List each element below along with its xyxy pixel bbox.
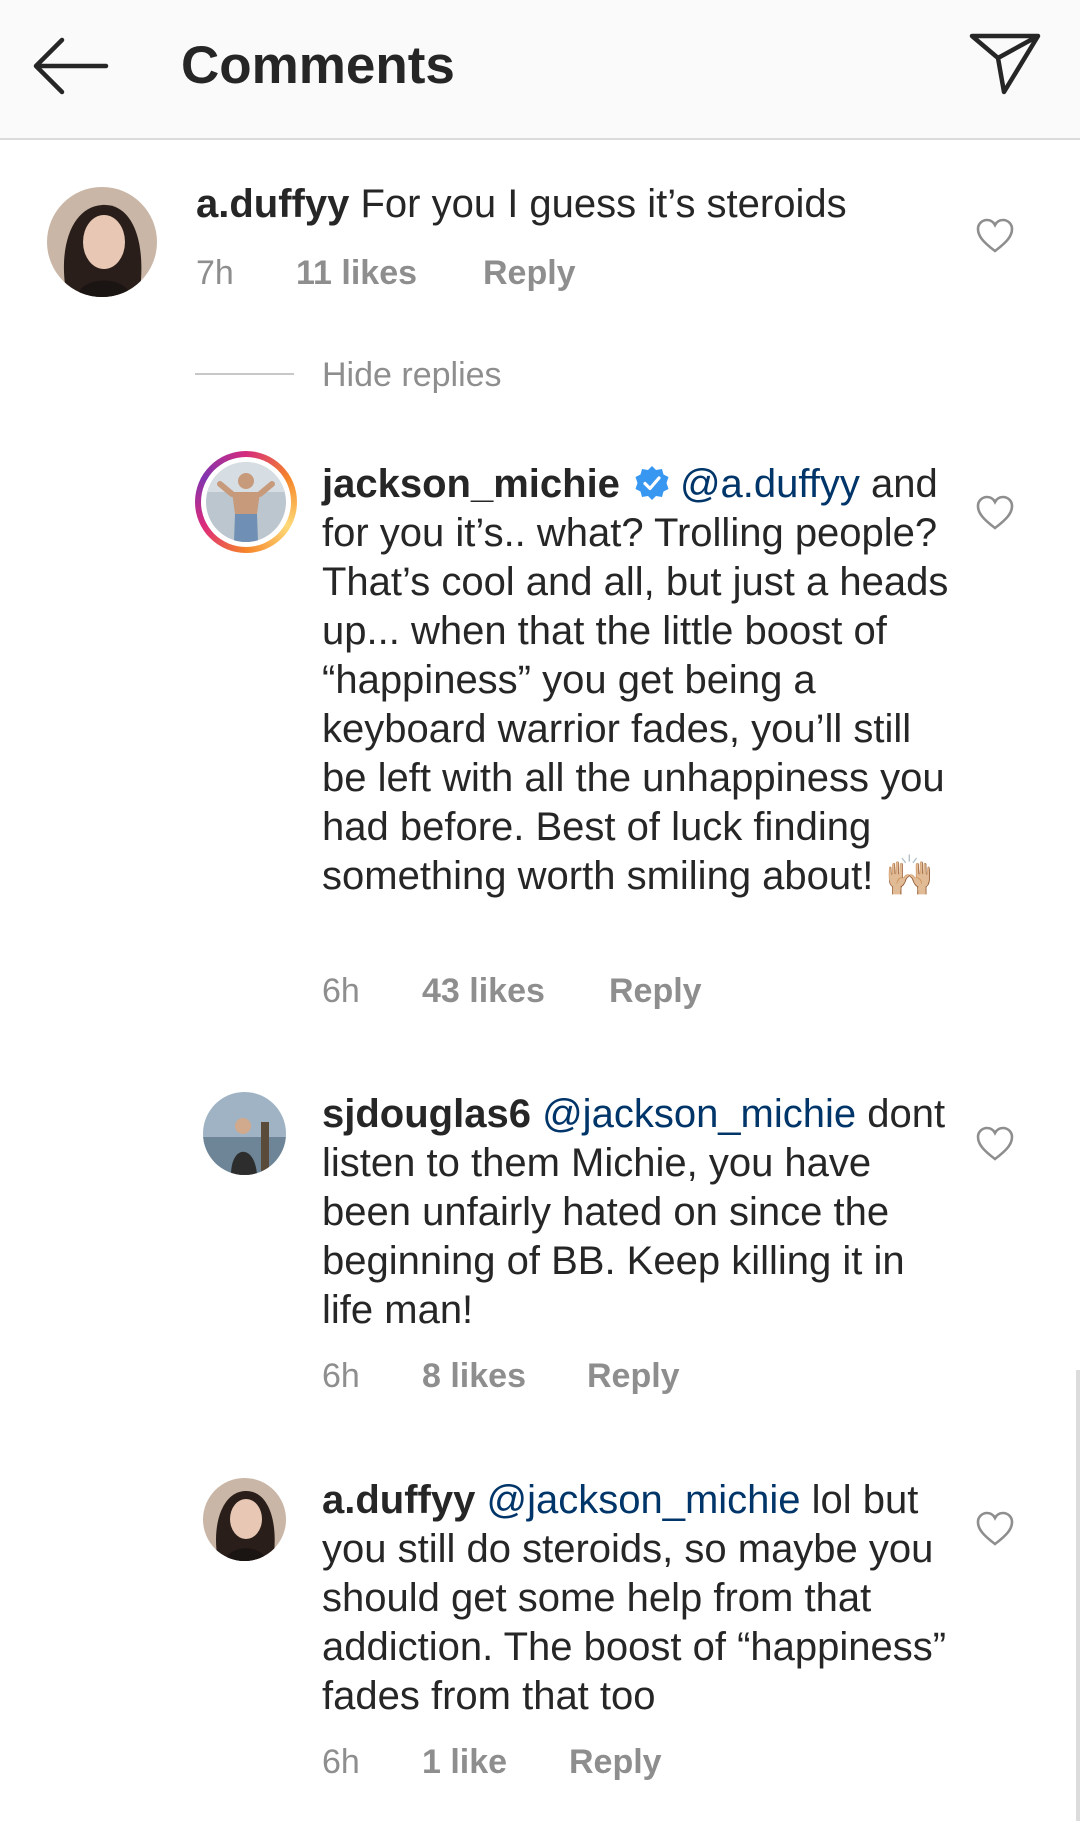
reply-time: 6h xyxy=(322,972,360,1010)
arrow-left-icon xyxy=(33,37,109,95)
reply-likes[interactable]: 8 likes xyxy=(422,1357,526,1396)
reply-text: a.duffyy @jackson_michie lol but you sti… xyxy=(322,1476,962,1721)
reply-time: 6h xyxy=(322,1743,360,1781)
profile-photo xyxy=(206,462,286,542)
back-button[interactable] xyxy=(30,34,110,98)
comment-time: 7h xyxy=(196,254,234,292)
hide-replies-line xyxy=(195,373,294,375)
reply-mention[interactable]: @a.duffyy xyxy=(680,462,860,506)
paper-plane-icon xyxy=(969,33,1041,95)
comment-body: For you I guess it’s steroids xyxy=(360,182,847,226)
avatar[interactable] xyxy=(203,1478,286,1561)
heart-icon[interactable] xyxy=(975,495,1015,531)
profile-photo xyxy=(47,187,157,297)
reply-button[interactable]: Reply xyxy=(609,972,702,1011)
reply-button[interactable]: Reply xyxy=(587,1357,680,1396)
reply-mention[interactable]: @jackson_michie xyxy=(542,1092,856,1136)
comment-username[interactable]: a.duffyy xyxy=(196,182,349,226)
header-bar: Comments xyxy=(0,0,1080,140)
reply-body: and for you it’s.. what? Trolling people… xyxy=(322,462,949,898)
reply-button[interactable]: Reply xyxy=(569,1743,662,1782)
verified-badge-icon xyxy=(635,466,669,500)
avatar[interactable] xyxy=(47,187,157,297)
reply-time: 6h xyxy=(322,1357,360,1395)
scrollbar[interactable] xyxy=(1076,1370,1080,1821)
heart-icon[interactable] xyxy=(975,1126,1015,1162)
reply-text: jackson_michie @a.duffyy and for you it’… xyxy=(322,460,962,901)
heart-icon[interactable] xyxy=(975,1511,1015,1547)
share-button[interactable] xyxy=(966,28,1044,100)
hide-replies-button[interactable]: Hide replies xyxy=(322,356,502,395)
avatar[interactable] xyxy=(203,1092,286,1175)
comment-likes[interactable]: 11 likes xyxy=(296,254,417,293)
reply-text: sjdouglas6 @jackson_michie dont listen t… xyxy=(322,1090,962,1335)
reply-username[interactable]: sjdouglas6 xyxy=(322,1092,531,1136)
reply-username[interactable]: a.duffyy xyxy=(322,1478,475,1522)
reply-mention[interactable]: @jackson_michie xyxy=(486,1478,800,1522)
heart-icon[interactable] xyxy=(975,218,1015,254)
profile-photo xyxy=(203,1478,286,1561)
comment-text: a.duffyy For you I guess it’s steroids xyxy=(196,180,956,229)
page-title: Comments xyxy=(181,36,455,95)
reply-likes[interactable]: 43 likes xyxy=(422,972,545,1011)
reply-button[interactable]: Reply xyxy=(483,254,576,293)
story-ring-avatar[interactable] xyxy=(195,451,297,553)
reply-username[interactable]: jackson_michie xyxy=(322,462,620,506)
reply-likes[interactable]: 1 like xyxy=(422,1743,507,1782)
profile-photo xyxy=(203,1092,286,1175)
